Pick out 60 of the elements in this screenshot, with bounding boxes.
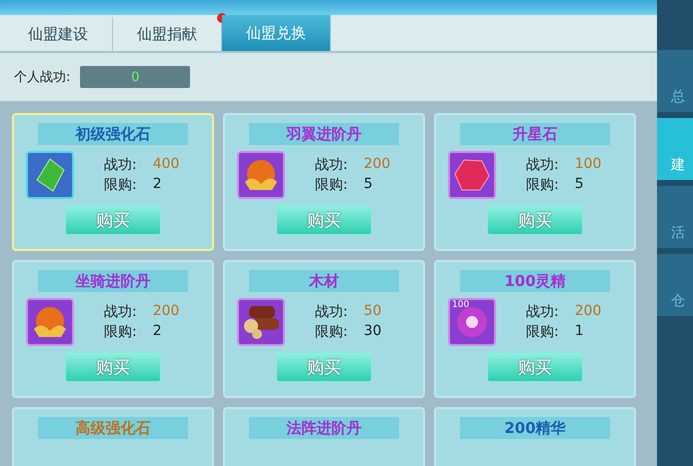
quantity-label: 100 [452,300,470,310]
item-card[interactable]: 坐骑进阶丹 战功: 200 限购: 2 购买 [12,260,214,398]
merit-cost: 200 [574,303,602,321]
item-name: 法阵进阶丹 [286,419,362,437]
item-name: 升星石 [512,125,558,143]
item-card[interactable]: 羽翼进阶丹 战功: 200 限购: 5 购买 [223,113,425,251]
item-card[interactable]: 100灵精 100 战功: 200 限购: 1 购买 [434,260,636,398]
item-card[interactable]: 升星石 战功: 100 限购: 5 购买 [434,113,636,251]
merit-label: 战功: [104,303,137,321]
item-card[interactable]: 200精华 [434,407,636,466]
merit-cost: 50 [364,303,382,321]
gem-icon [35,158,65,192]
side-tab[interactable]: 仓 [657,254,693,316]
buy-button[interactable]: 购买 [276,205,372,235]
merit-label: 战功: [104,156,137,174]
side-tab[interactable]: 总 [657,50,693,112]
limit-value: 5 [574,176,585,194]
item-name: 坐骑进阶丹 [76,272,150,290]
item-card[interactable]: 木材 战功: 50 限购: 30 购买 [223,260,425,398]
tab[interactable]: 仙盟建设 [4,17,113,51]
wood-logs-icon [241,304,281,340]
item-name: 羽翼进阶丹 [286,125,362,143]
item-card[interactable]: 法阵进阶丹 [223,407,425,466]
buy-button[interactable]: 购买 [65,352,161,382]
item-name: 木材 [309,272,339,290]
limit-value: 5 [364,176,374,194]
limit-label: 限购: [315,176,348,194]
limit-value: 1 [574,323,585,341]
personal-merit-label: 个人战功: [14,69,70,86]
tab[interactable]: 仙盟兑换 [222,15,331,51]
side-tab[interactable]: 活 [657,186,693,248]
merit-label: 战功: [315,156,348,174]
item-name: 高级强化石 [76,419,150,437]
merit-cost: 200 [152,303,180,321]
limit-label: 限购: [104,176,137,194]
buy-button[interactable]: 购买 [487,352,583,382]
merit-label: 战功: [315,303,348,321]
limit-value: 2 [152,323,163,341]
item-name: 200精华 [504,419,566,437]
buy-button[interactable]: 购买 [65,205,161,235]
merit-cost: 100 [574,156,602,174]
side-tab[interactable]: 建 [657,118,693,180]
item-card[interactable]: 初级强化石 战功: 400 限购: 2 购买 [12,113,214,251]
merit-label: 战功: [526,156,559,174]
limit-label: 限购: [104,323,137,341]
item-name: 初级强化石 [76,125,150,143]
buy-button[interactable]: 购买 [487,205,583,235]
crystal-icon [454,158,490,192]
limit-label: 限购: [526,176,559,194]
buy-button[interactable]: 购买 [276,352,372,382]
merit-cost: 200 [364,156,390,174]
limit-label: 限购: [315,323,348,341]
limit-label: 限购: [526,323,559,341]
item-name: 100灵精 [504,272,566,290]
personal-merit-value: 0 [131,70,140,84]
item-card[interactable]: 高级强化石 [12,407,214,466]
limit-value: 30 [364,323,382,341]
limit-value: 2 [152,176,163,194]
merit-label: 战功: [526,303,559,321]
merit-cost: 400 [152,156,180,174]
